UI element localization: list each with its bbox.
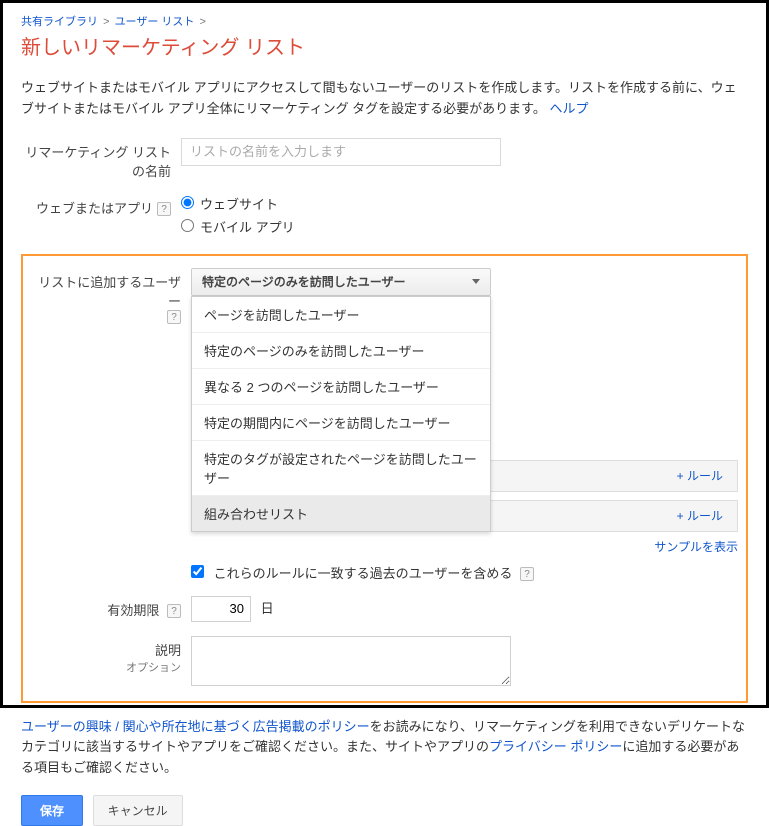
- include-past-label: これらのルールに一致する過去のユーザーを含める: [214, 566, 513, 581]
- breadcrumb-sep: >: [199, 16, 205, 28]
- duration-suffix: 日: [261, 601, 274, 616]
- dropdown-option[interactable]: 異なる 2 つのページを訪問したユーザー: [192, 369, 490, 405]
- breadcrumb-user-list[interactable]: ユーザー リスト: [115, 16, 195, 28]
- radio-website-input[interactable]: [181, 196, 194, 209]
- help-icon[interactable]: ?: [167, 310, 181, 324]
- dropdown-option[interactable]: 特定の期間内にページを訪問したユーザー: [192, 405, 490, 441]
- label-list-name: リマーケティング リストの名前: [21, 138, 181, 180]
- label-duration: 有効期限 ?: [31, 596, 191, 619]
- chevron-down-icon: [472, 279, 480, 284]
- description-textarea[interactable]: [191, 636, 511, 686]
- dropdown-option[interactable]: 特定のタグが設定されたページを訪問したユーザー: [192, 441, 490, 496]
- radio-website[interactable]: ウェブサイト: [181, 194, 748, 213]
- dropdown-option[interactable]: ページを訪問したユーザー: [192, 297, 490, 333]
- radio-mobile-app[interactable]: モバイル アプリ: [181, 217, 748, 236]
- page-title: 新しいリマーケティング リスト: [21, 31, 748, 60]
- policy-link-privacy[interactable]: プライバシー ポリシー: [489, 739, 622, 754]
- dropdown-option[interactable]: 特定のページのみを訪問したユーザー: [192, 333, 490, 369]
- include-past-row: これらのルールに一致する過去のユーザーを含める ?: [191, 563, 738, 582]
- label-add-users: リストに追加するユーザー ?: [31, 268, 191, 324]
- duration-input[interactable]: [191, 596, 251, 622]
- breadcrumb: 共有ライブラリ > ユーザー リスト >: [21, 13, 748, 29]
- dropdown-selected-label: 特定のページのみを訪問したユーザー: [202, 273, 406, 290]
- dropdown-option[interactable]: 組み合わせリスト: [192, 496, 490, 531]
- cancel-button[interactable]: キャンセル: [93, 795, 183, 826]
- radio-mobile-app-input[interactable]: [181, 219, 194, 232]
- help-icon[interactable]: ?: [157, 202, 171, 216]
- label-description-sub: オプション: [31, 659, 181, 675]
- breadcrumb-shared-library[interactable]: 共有ライブラリ: [21, 16, 98, 28]
- list-name-input[interactable]: [181, 138, 501, 166]
- save-button[interactable]: 保存: [21, 795, 83, 826]
- intro-body: ウェブサイトまたはモバイル アプリにアクセスして間もないユーザーのリストを作成し…: [21, 80, 737, 116]
- help-icon[interactable]: ?: [520, 567, 534, 581]
- help-link[interactable]: ヘルプ: [550, 101, 589, 116]
- label-web-or-app: ウェブまたはアプリ?: [21, 194, 181, 217]
- label-description: 説明 オプション: [31, 636, 191, 675]
- footer-policy-text: ユーザーの興味 / 関心や所在地に基づく広告掲載のポリシーをお読みになり、リマー…: [21, 717, 748, 779]
- include-past-checkbox[interactable]: [191, 565, 204, 578]
- rules-highlight-box: リストに追加するユーザー ? 特定のページのみを訪問したユーザー ページを訪問し…: [21, 254, 748, 703]
- help-icon[interactable]: ?: [167, 604, 181, 618]
- policy-link-interests[interactable]: ユーザーの興味 / 関心や所在地に基づく広告掲載のポリシー: [21, 719, 370, 734]
- sample-link[interactable]: サンプルを表示: [654, 540, 738, 554]
- user-type-dropdown-menu: ページを訪問したユーザー 特定のページのみを訪問したユーザー 異なる 2 つのペ…: [191, 296, 491, 532]
- breadcrumb-sep: >: [103, 16, 109, 28]
- add-rule-link[interactable]: + ルール: [677, 467, 723, 484]
- add-rule-link[interactable]: + ルール: [677, 507, 723, 524]
- intro-text: ウェブサイトまたはモバイル アプリにアクセスして間もないユーザーのリストを作成し…: [21, 78, 748, 120]
- user-type-dropdown[interactable]: 特定のページのみを訪問したユーザー: [191, 268, 491, 296]
